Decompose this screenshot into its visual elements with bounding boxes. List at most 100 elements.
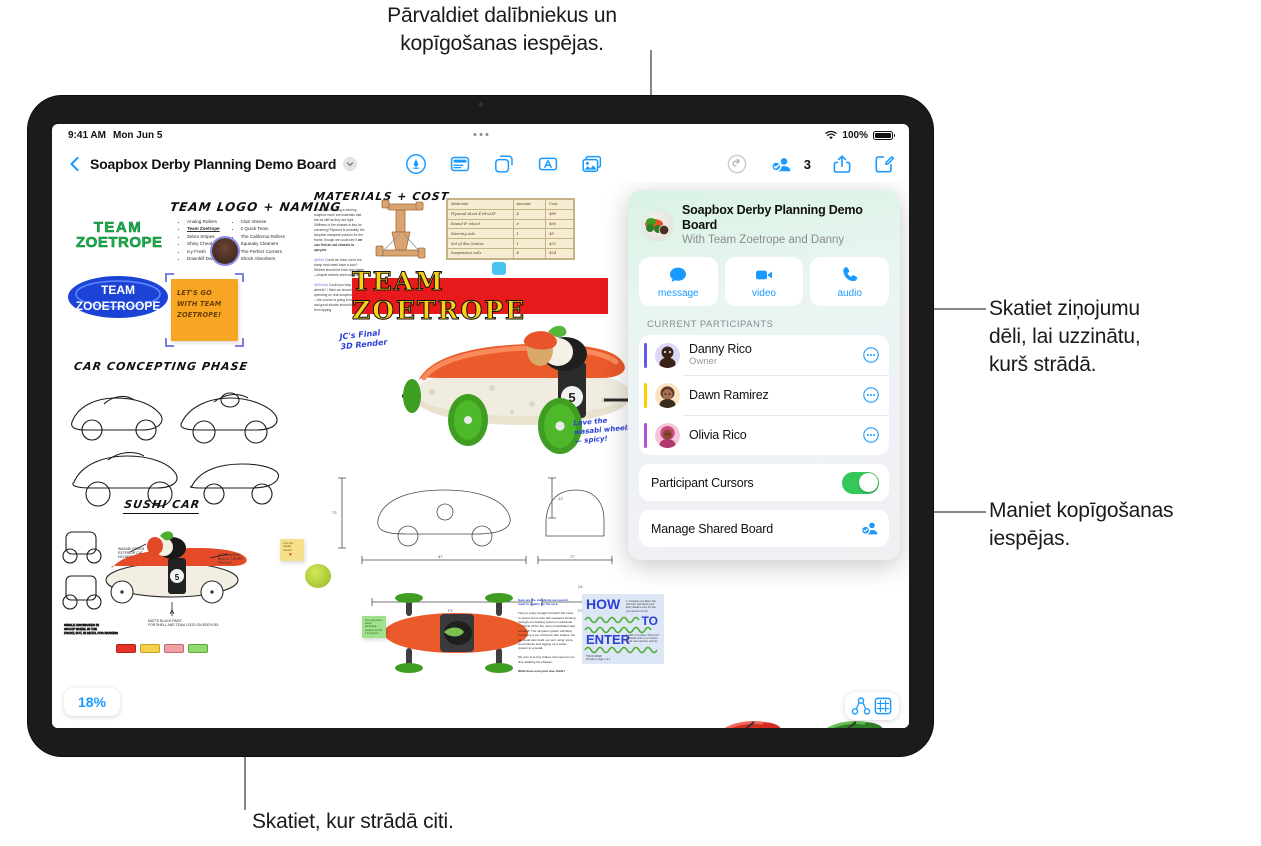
participant-count: 3: [803, 156, 811, 172]
participant-cursors-toggle[interactable]: [842, 471, 879, 494]
participant-role: Owner: [689, 356, 717, 367]
heart-icon: ♥: [289, 552, 292, 558]
undo-icon[interactable]: [726, 153, 748, 175]
sticky-note-green[interactable]: The body panel needs reinforcing because…: [362, 616, 386, 638]
share-board-name: Soapbox Derby Planning Demo Board: [682, 203, 863, 232]
swatch-red: [116, 644, 136, 653]
participant-name: Dawn Ramirez: [689, 388, 769, 402]
color-swatches: [116, 644, 208, 653]
participant-row-dawn-ramirez[interactable]: Dawn Ramirez: [639, 375, 889, 415]
callout-right-lower: Maniet kopīgošanas iespējas.: [989, 497, 1255, 553]
wifi-icon: [825, 130, 838, 140]
callout-top-line1: Pārvaldiet dalībniekus un: [387, 4, 617, 27]
wasabi-blob-sketch: [305, 564, 331, 588]
svg-text:ZOOETROOPE: ZOOETROOPE: [76, 299, 161, 313]
table-cell: Set of disc brakes: [447, 238, 514, 249]
swatch-pink: [164, 644, 184, 653]
participant-row-danny-rico[interactable]: Danny Rico Owner: [639, 335, 889, 375]
connector-tool-icon[interactable]: [851, 696, 871, 716]
board-avatar: [642, 209, 673, 241]
grid-tool-icon[interactable]: [873, 696, 893, 716]
name-ideas-right: Club Vitesse 2 Quick Team The California…: [234, 218, 285, 262]
table-cell: $32: [545, 238, 574, 249]
page-title: Soapbox Derby Planning Demo Board: [90, 156, 337, 172]
chassis-sketch: [375, 199, 426, 259]
callout-bottom-text: Skatiet, kur strādā citi.: [252, 810, 454, 833]
table-cell: Plywood sheet 4'x8'x3/8": [447, 208, 514, 220]
list-item: Club Vitesse: [241, 218, 285, 225]
list-item: The Perfect Corners: [241, 248, 285, 255]
callout-right-lower-line2: iespējas.: [989, 527, 1071, 550]
manage-shared-board-row[interactable]: Manage Shared Board: [639, 510, 889, 547]
logo-block-line1: TEAM: [93, 219, 143, 236]
sticky-note-yellow[interactable]: Love the wasabi wheels! ♥: [280, 539, 304, 561]
message-bubble-icon: [670, 267, 687, 282]
table-row: Plywood sheet 4'x8'x3/8" 4 $80: [447, 208, 574, 220]
table-cell: $24: [545, 247, 574, 259]
standards-text-block: Here are the standards we need to meet t…: [518, 598, 576, 673]
table-cell: Round 8" wheel: [447, 218, 514, 230]
list-item: Shock Absorbers: [241, 255, 285, 262]
callout-right-lower-line1: Maniet kopīgošanas: [989, 499, 1174, 522]
share-quick-actions: message video audio: [639, 257, 890, 306]
participants-icon[interactable]: [768, 153, 796, 175]
ipad-screen: 9:41 AM Mon Jun 5 100% Soapbox Derby Pla…: [52, 124, 909, 728]
status-date: Mon Jun 5: [112, 129, 163, 141]
chevron-down-icon[interactable]: [343, 157, 358, 171]
media-icon[interactable]: [581, 153, 603, 175]
text-box-icon[interactable]: [537, 153, 559, 175]
table-cell: $9: [545, 228, 574, 240]
current-participants-header: CURRENT PARTICIPANTS: [647, 319, 774, 330]
swatch-green: [188, 644, 208, 653]
participant-cursors-row[interactable]: Participant Cursors: [639, 464, 889, 501]
manage-shared-board-icon[interactable]: [860, 519, 879, 538]
svg-text:77: 77: [570, 554, 575, 559]
whiteboard-canvas[interactable]: TEAM LOGO + NAMING TEAM ZOETROPE TEAM ZO…: [52, 182, 909, 728]
sushi-car-sketch: 5 WASABI GREENEXTERIOR CATHELMET ALTERNA…: [62, 531, 247, 635]
callout-bottom: Skatiet, kur strādā citi.: [252, 808, 652, 836]
more-circle-icon[interactable]: [863, 427, 879, 443]
status-bar: 9:41 AM Mon Jun 5 100%: [52, 124, 909, 146]
participant-name: Olivia Rico: [689, 428, 747, 442]
table-header-row: Materials Amount Cost: [447, 199, 574, 210]
more-circle-icon[interactable]: [863, 387, 879, 403]
cursor-color-bar: [644, 382, 647, 408]
participant-row-olivia-rico[interactable]: Olivia Rico: [639, 415, 889, 455]
share-popover[interactable]: Soapbox Derby Planning Demo Board With T…: [628, 190, 900, 560]
video-camera-icon: [756, 270, 772, 279]
logo-oval-team-zoetrope: TEAM ZOOETROOPE: [66, 274, 170, 320]
audio-action-button[interactable]: audio: [810, 257, 890, 306]
share-icon[interactable]: [831, 153, 853, 175]
more-circle-icon[interactable]: [863, 347, 879, 363]
svg-text:HELMET: HELMET: [118, 555, 132, 559]
car-concept-sketches: [71, 392, 280, 507]
callout-top: Pārvaldiet dalībniekus un kopīgošanas ie…: [318, 2, 686, 58]
shapes-icon[interactable]: [493, 153, 515, 175]
table-cell: 1: [512, 228, 547, 240]
how-to-enter-poster: HOW TO ENTER 1. Complete your Racer Tag …: [582, 594, 664, 664]
multitask-handle-icon[interactable]: [473, 133, 488, 136]
logo-block-line2: ZOETROPE: [76, 234, 163, 251]
pen-tool-icon[interactable]: [405, 153, 427, 175]
svg-text:24: 24: [577, 584, 583, 589]
video-action-button[interactable]: video: [724, 257, 804, 306]
table-cell: 1: [512, 238, 547, 249]
compose-icon[interactable]: [873, 153, 895, 175]
back-button[interactable]: [66, 155, 84, 173]
table-row: Set of disc brakes 1 $32: [447, 238, 574, 249]
message-action-button[interactable]: message: [639, 257, 718, 306]
callout-right-upper-line1: Skatiet ziņojumu: [989, 297, 1140, 320]
zoom-level-indicator[interactable]: 18%: [64, 688, 121, 716]
svg-text:73: 73: [332, 510, 337, 515]
sticky-note-icon[interactable]: [449, 153, 471, 175]
table-header-cell: Cost: [545, 199, 574, 210]
callout-right-upper: Skatiet ziņojumu dēli, lai uzzinātu, kur…: [989, 295, 1251, 379]
avatar: [655, 342, 680, 368]
avatar: [655, 422, 680, 448]
selection-handles[interactable]: [165, 273, 244, 347]
battery-icon: [873, 130, 895, 140]
callout-right-upper-line3: kurš strādā.: [989, 353, 1097, 376]
audio-action-label: audio: [837, 287, 862, 299]
table-cell: Suspension coils: [447, 247, 514, 259]
table-row: Steering axle 1 $9: [447, 228, 574, 240]
